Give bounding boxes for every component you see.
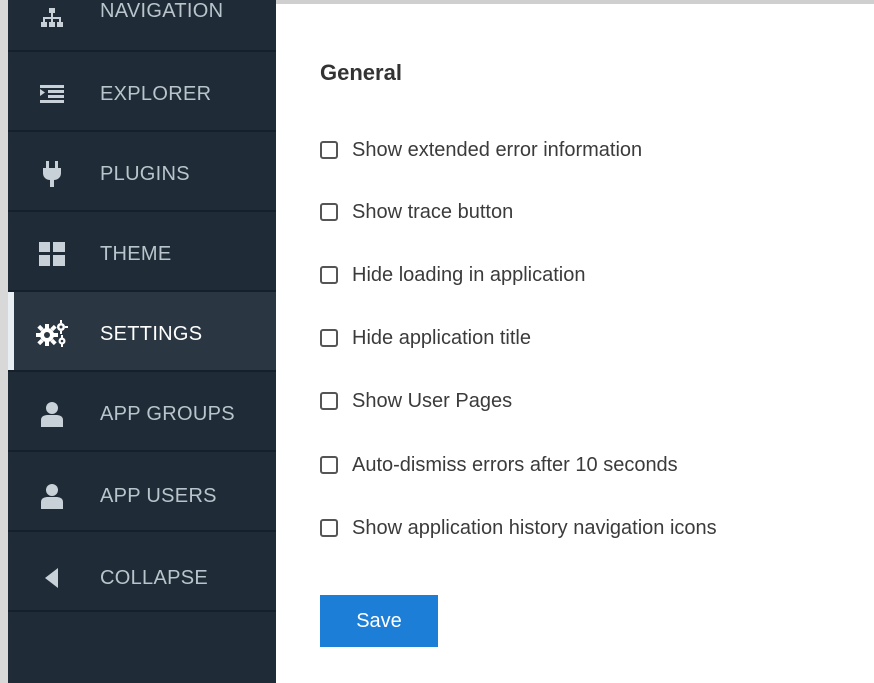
indent-list-icon <box>36 78 68 110</box>
option-hide-loading-in-application[interactable]: Hide loading in application <box>320 260 840 290</box>
sidebar-item-app-users[interactable]: APP USERS <box>8 452 276 532</box>
checkbox[interactable] <box>320 329 338 347</box>
save-button[interactable]: Save <box>320 595 438 647</box>
checkbox[interactable] <box>320 266 338 284</box>
sidebar-item-collapse[interactable]: COLLAPSE <box>8 532 276 612</box>
option-label: Hide loading in application <box>352 263 586 286</box>
sidebar-item-navigation[interactable]: NAVIGATION <box>8 0 276 52</box>
sidebar-item-settings[interactable]: SETTINGS <box>8 292 276 372</box>
sidebar-item-label: NAVIGATION <box>100 0 224 22</box>
sidebar-item-label: PLUGINS <box>100 163 190 185</box>
option-label: Show User Pages <box>352 389 513 412</box>
grid-icon <box>36 238 68 270</box>
option-auto-dismiss-errors[interactable]: Auto-dismiss errors after 10 seconds <box>320 450 840 480</box>
sidebar-item-plugins[interactable]: PLUGINS <box>8 132 276 212</box>
section-title: General <box>320 60 402 85</box>
sidebar: NAVIGATION EXPLORER PLUGINS THEME SETTIN… <box>8 0 276 683</box>
sidebar-item-theme[interactable]: THEME <box>8 212 276 292</box>
option-label: Show application history navigation icon… <box>352 516 717 539</box>
sitemap-icon <box>36 2 68 34</box>
checkbox[interactable] <box>320 519 338 537</box>
checkbox[interactable] <box>320 141 338 159</box>
option-show-extended-error-information[interactable]: Show extended error information <box>320 135 840 165</box>
user-icon <box>36 480 68 512</box>
option-label: Hide application title <box>352 326 531 349</box>
window-edge <box>0 0 8 683</box>
user-icon <box>36 398 68 430</box>
option-label: Show extended error information <box>352 138 643 161</box>
gears-icon <box>36 318 68 350</box>
sidebar-item-explorer[interactable]: EXPLORER <box>8 52 276 132</box>
option-label: Auto-dismiss errors after 10 seconds <box>352 453 678 476</box>
header-border <box>276 0 874 4</box>
plug-icon <box>36 158 68 190</box>
sidebar-item-label: THEME <box>100 243 172 265</box>
sidebar-item-label: APP USERS <box>100 485 217 507</box>
option-label: Show trace button <box>352 200 514 223</box>
option-hide-application-title[interactable]: Hide application title <box>320 323 840 353</box>
sidebar-item-label: COLLAPSE <box>100 567 209 589</box>
checkbox[interactable] <box>320 456 338 474</box>
option-show-user-pages[interactable]: Show User Pages <box>320 386 840 416</box>
option-show-history-navigation-icons[interactable]: Show application history navigation icon… <box>320 513 840 543</box>
option-show-trace-button[interactable]: Show trace button <box>320 197 840 227</box>
sidebar-item-label: EXPLORER <box>100 83 212 105</box>
checkbox[interactable] <box>320 203 338 221</box>
sidebar-item-app-groups[interactable]: APP GROUPS <box>8 372 276 452</box>
triangle-left-icon <box>36 562 68 594</box>
sidebar-item-label: APP GROUPS <box>100 403 235 425</box>
sidebar-item-label: SETTINGS <box>100 323 203 345</box>
checkbox[interactable] <box>320 392 338 410</box>
